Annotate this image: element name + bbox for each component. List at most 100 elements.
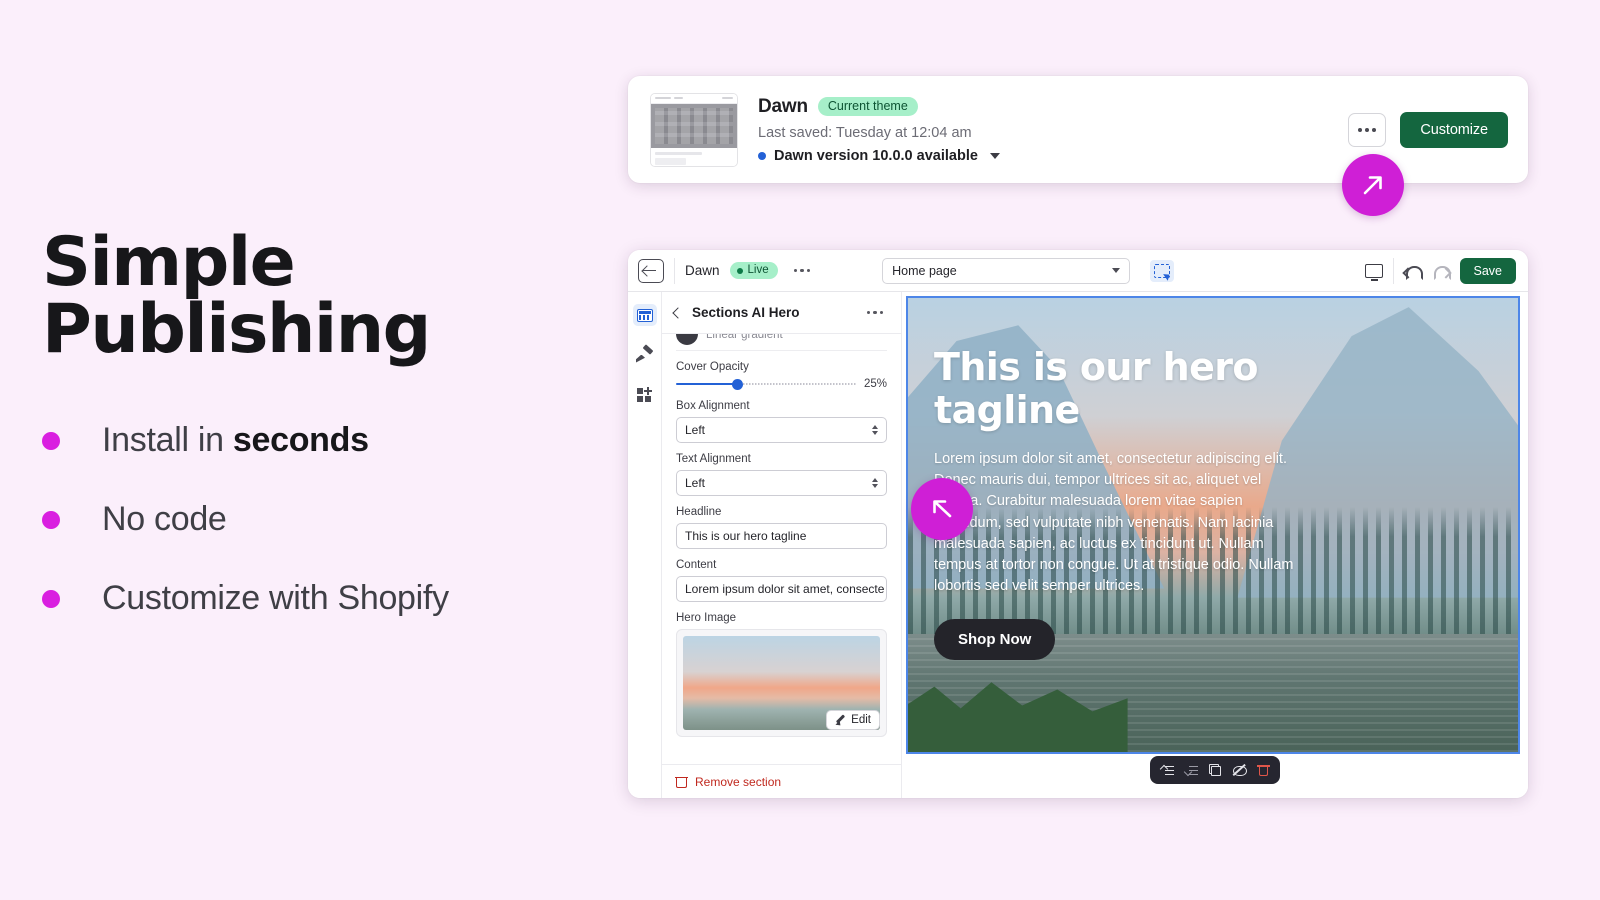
list-item: No code bbox=[42, 500, 602, 539]
box-alignment-select[interactable]: Left bbox=[676, 417, 887, 443]
text-alignment-label: Text Alignment bbox=[676, 453, 751, 465]
editor-topbar: Dawn Live Home page Save bbox=[628, 250, 1528, 292]
redo-icon[interactable] bbox=[1432, 263, 1451, 280]
more-actions-button[interactable] bbox=[1348, 112, 1387, 147]
ellipsis-icon bbox=[1365, 127, 1370, 132]
text-alignment-select[interactable]: Left bbox=[676, 470, 887, 496]
ellipsis-icon bbox=[1358, 127, 1363, 132]
undo-icon[interactable] bbox=[1404, 263, 1423, 280]
live-dot-icon bbox=[736, 267, 743, 274]
desktop-preview-icon[interactable] bbox=[1364, 263, 1383, 281]
status-badge: Current theme bbox=[817, 96, 918, 117]
remove-section-button[interactable]: Remove section bbox=[695, 775, 781, 789]
theme-thumbnail bbox=[650, 92, 738, 167]
color-swatch[interactable] bbox=[676, 334, 698, 345]
chevron-down-icon bbox=[1112, 268, 1121, 273]
duplicate-button[interactable] bbox=[1204, 759, 1226, 781]
headline-input[interactable]: This is our hero tagline bbox=[676, 523, 887, 549]
shop-now-button[interactable]: Shop Now bbox=[934, 619, 1056, 661]
move-down-button[interactable] bbox=[1180, 759, 1202, 781]
panel-footer: Remove section bbox=[662, 764, 901, 798]
theme-title-row: Dawn Current theme bbox=[758, 96, 1348, 118]
content-input[interactable]: Lorem ipsum dolor sit amet, consecte bbox=[676, 576, 887, 602]
hero-heading: This is our hero tagline bbox=[934, 345, 1259, 432]
trash-icon bbox=[675, 776, 688, 788]
move-down-icon bbox=[1185, 765, 1198, 776]
panel-title: Sections AI Hero bbox=[692, 305, 800, 320]
page-selector[interactable]: Home page bbox=[882, 257, 1131, 284]
apps-icon bbox=[636, 386, 653, 403]
move-up-button[interactable] bbox=[1156, 759, 1178, 781]
hero-image-picker[interactable]: Edit bbox=[676, 629, 887, 737]
gradient-setting-label: Linear gradient bbox=[706, 334, 783, 341]
hide-icon bbox=[1232, 764, 1247, 776]
list-item: Customize with Shopify bbox=[42, 579, 602, 618]
sections-icon bbox=[636, 308, 653, 322]
version-notice[interactable]: Dawn version 10.0.0 available bbox=[758, 148, 1348, 164]
theme-name: Dawn bbox=[758, 95, 808, 117]
theme-actions: Customize bbox=[1348, 111, 1508, 148]
gradient-setting-row[interactable]: Linear gradient bbox=[676, 334, 887, 351]
last-saved-text: Last saved: Tuesday at 12:04 am bbox=[758, 124, 972, 141]
feature-list: Install in seconds No code Customize wit… bbox=[42, 421, 602, 618]
sidebar-item-sections[interactable] bbox=[632, 304, 657, 326]
customize-button[interactable]: Customize bbox=[1400, 111, 1508, 148]
hero-image-label: Hero Image bbox=[676, 612, 737, 624]
ellipsis-icon bbox=[1372, 127, 1377, 132]
divider bbox=[674, 257, 675, 284]
sidebar-item-apps[interactable] bbox=[633, 384, 657, 406]
cover-opacity-slider[interactable]: 25% bbox=[676, 378, 887, 390]
sidebar-item-theme-settings[interactable] bbox=[633, 344, 657, 366]
edit-image-button[interactable]: Edit bbox=[826, 710, 880, 730]
box-alignment-value: Left bbox=[685, 423, 706, 437]
slider-rest bbox=[737, 383, 856, 385]
list-item-label: Install in seconds bbox=[102, 421, 369, 460]
duplicate-icon bbox=[1209, 764, 1221, 776]
theme-settings-brush-icon bbox=[636, 347, 653, 364]
editor-topbar-right: Save bbox=[1364, 257, 1516, 284]
list-item-label: No code bbox=[102, 500, 227, 539]
headline-label: Headline bbox=[676, 506, 722, 518]
hero-content: This is our hero tagline Lorem ipsum dol… bbox=[934, 345, 1492, 661]
list-item-label: Customize with Shopify bbox=[102, 579, 449, 618]
slider-handle[interactable] bbox=[732, 378, 744, 390]
cover-opacity-label: Cover Opacity bbox=[676, 361, 749, 373]
chevron-left-icon[interactable] bbox=[672, 306, 684, 319]
arrow-up-right-icon bbox=[1363, 176, 1382, 195]
editor-theme-name: Dawn bbox=[685, 263, 720, 278]
bullet-dot-icon bbox=[42, 510, 60, 529]
version-dot-icon bbox=[758, 151, 766, 160]
save-button[interactable]: Save bbox=[1459, 257, 1516, 284]
section-settings-panel: Sections AI Hero Linear gradient Cover O… bbox=[662, 292, 902, 798]
select-tool-icon[interactable] bbox=[1150, 259, 1175, 282]
editor-body: Sections AI Hero Linear gradient Cover O… bbox=[628, 292, 1528, 798]
hero-section-preview[interactable]: This is our hero tagline Lorem ipsum dol… bbox=[906, 296, 1520, 754]
delete-icon bbox=[1256, 764, 1270, 776]
pencil-icon bbox=[835, 715, 846, 726]
panel-scroll-area[interactable]: Linear gradient Cover Opacity 25% Box Al… bbox=[662, 334, 901, 764]
box-alignment-label: Box Alignment bbox=[676, 400, 750, 412]
section-floating-toolbar bbox=[1150, 756, 1280, 784]
move-up-icon bbox=[1161, 765, 1174, 776]
editor-preview: This is our hero tagline Lorem ipsum dol… bbox=[902, 292, 1528, 798]
arrow-up-left-icon bbox=[933, 500, 952, 518]
hide-button[interactable] bbox=[1228, 759, 1250, 781]
delete-button[interactable] bbox=[1252, 759, 1274, 781]
page-selector-value: Home page bbox=[892, 263, 957, 278]
headline-input-value: This is our hero tagline bbox=[685, 529, 807, 543]
hero-paragraph: Lorem ipsum dolor sit amet, consectetur … bbox=[934, 451, 1294, 595]
slider-track[interactable] bbox=[676, 378, 856, 390]
chevron-down-icon[interactable] bbox=[989, 152, 1000, 159]
back-to-admin-icon[interactable] bbox=[638, 258, 664, 283]
bullet-dot-icon bbox=[42, 589, 60, 608]
edit-image-label: Edit bbox=[851, 714, 871, 726]
divider bbox=[1392, 257, 1394, 284]
version-notice-label: Dawn version 10.0.0 available bbox=[774, 147, 978, 164]
headline-line-1: Simple bbox=[42, 223, 296, 302]
editor-more-button[interactable] bbox=[788, 265, 817, 277]
panel-more-button[interactable] bbox=[861, 307, 890, 319]
thumbnail-footer bbox=[651, 147, 737, 166]
panel-header: Sections AI Hero bbox=[662, 292, 901, 334]
content-input-value: Lorem ipsum dolor sit amet, consecte bbox=[685, 582, 885, 596]
theme-editor-window: Dawn Live Home page Save Sections AI Her… bbox=[628, 250, 1528, 798]
